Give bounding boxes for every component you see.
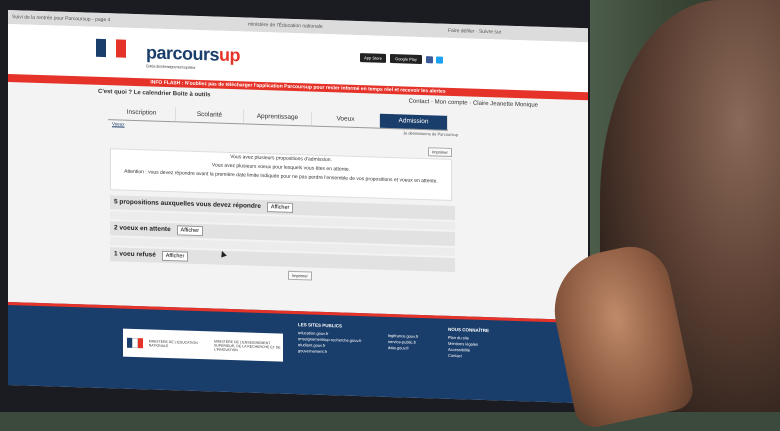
footer-col-links: legifrance.gouv.fr service-public.fr dat…	[388, 333, 418, 352]
refuse-label: 1 voeu refusé	[114, 250, 156, 259]
footer-col1-title: LES SITES PUBLICS	[298, 322, 343, 329]
republique-flag-icon	[96, 38, 126, 58]
footer-link[interactable]: data.gouv.fr	[388, 345, 418, 352]
tab-inscription[interactable]: Inscription	[108, 105, 176, 122]
footer-link[interactable]: Contact	[448, 353, 489, 360]
admission-message: Vous avez plusieurs propositions d'admis…	[110, 148, 452, 201]
google-play-button[interactable]: Google Play	[390, 54, 422, 65]
print-button-bottom[interactable]: Imprimer	[288, 270, 312, 281]
ministry-logos[interactable]: MINISTÈRE DE L'ÉDUCATION NATIONALE MINIS…	[123, 328, 283, 362]
footer-col-public-sites: LES SITES PUBLICS education.gouv.fr ense…	[298, 322, 362, 356]
print-button-top[interactable]: Imprimer	[428, 147, 452, 157]
footer-link[interactable]: gouvernement.fr	[298, 348, 362, 356]
subtab-voeux[interactable]: Voeux	[112, 121, 125, 126]
browser-tab-title[interactable]: Suivi de la rentrée pour Parcoursup - pa…	[12, 14, 110, 23]
tab-apprentissage[interactable]: Apprentissage	[244, 109, 312, 126]
twitter-icon[interactable]	[436, 56, 443, 64]
ministry-education: MINISTÈRE DE L'ÉDUCATION NATIONALE	[148, 339, 198, 349]
topnav-account[interactable]: Contact · Mon compte · Claire Jeanette M…	[409, 99, 538, 109]
topnav-left-links[interactable]: C'est quoi ? Le calendrier Boite à outil…	[98, 89, 210, 99]
site-footer: MINISTÈRE DE L'ÉDUCATION NATIONALE MINIS…	[8, 302, 588, 404]
resign-link[interactable]: Je démissionne de Parcoursup	[403, 130, 458, 137]
attente-label: 2 voeux en attente	[114, 224, 171, 234]
show-propositions-button[interactable]: Afficher	[266, 202, 294, 213]
footer-col-about: NOUS CONNAÎTRE Plan du site Mentions lég…	[448, 327, 489, 360]
parcoursup-page: Suivi de la rentrée pour Parcoursup - pa…	[8, 10, 588, 404]
app-store-button[interactable]: App Store	[360, 53, 386, 63]
monitor-screen: Suivi de la rentrée pour Parcoursup - pa…	[0, 0, 612, 412]
tab-admission[interactable]: Admission	[380, 113, 448, 130]
marianne-flag-icon	[127, 337, 143, 349]
show-attente-button[interactable]: Afficher	[176, 225, 204, 237]
tab-voeux[interactable]: Voeux	[312, 111, 380, 128]
parcoursup-logo[interactable]: parcoursup Entrée dans l'enseignement su…	[146, 42, 240, 71]
ministry-enseignement: MINISTÈRE DE L'ENSEIGNEMENT SUPÉRIEUR, D…	[213, 339, 281, 353]
show-refuse-button[interactable]: Afficher	[161, 250, 189, 262]
browser-url[interactable]: ministère de l'Éducation nationale	[248, 22, 323, 30]
propositions-label: 5 propositions auxquelles vous devez rép…	[114, 198, 262, 210]
facebook-icon[interactable]	[426, 56, 433, 64]
footer-col3-title: NOUS CONNAÎTRE	[448, 326, 490, 334]
browser-right-text: Faire défiler · Suivre sur	[448, 27, 502, 36]
tab-scolarite[interactable]: Scolarité	[176, 107, 244, 124]
main-tabs: Inscription Scolarité Apprentissage Voeu…	[108, 105, 448, 131]
